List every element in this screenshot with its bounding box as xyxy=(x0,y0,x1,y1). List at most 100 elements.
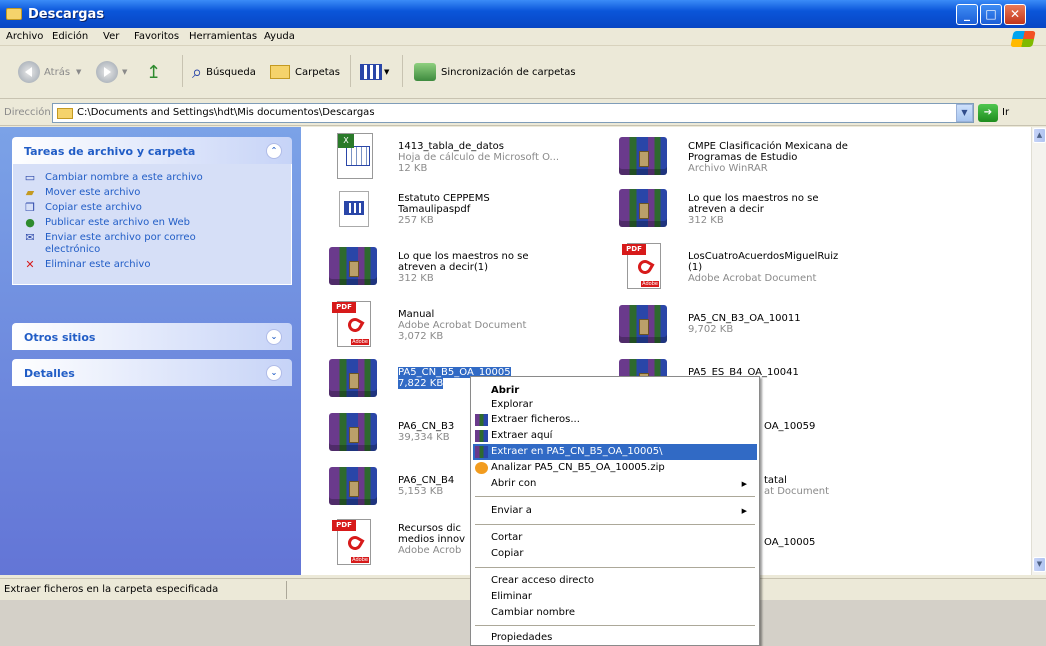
toolbar: Atrás ▼ ▼ ↥ ⌕ Búsqueda Carpetas ▼ Sincro… xyxy=(0,47,1046,99)
file-tasks-header[interactable]: Tareas de archivo y carpeta ⌃ xyxy=(12,137,292,164)
file-name: LosCuatroAcuerdosMiguelRuiz xyxy=(688,251,839,262)
menu-item-abrir-con[interactable]: Abrir con ▶ xyxy=(473,476,757,492)
menu-herramientas[interactable]: Herramientas xyxy=(189,31,257,42)
winrar-icon xyxy=(619,137,667,175)
menu-ver[interactable]: Ver xyxy=(103,31,119,42)
menu-item-label: Propiedades xyxy=(491,632,553,643)
file-name-cont: Programas de Estudio xyxy=(688,152,798,163)
menu-item-label: Copiar xyxy=(491,548,524,559)
winrar-icon xyxy=(329,359,377,397)
expand-icon[interactable]: ⌄ xyxy=(266,365,282,381)
scroll-up-icon[interactable]: ▲ xyxy=(1033,128,1046,143)
winrar-icon xyxy=(329,413,377,451)
menu-item-crear-acceso[interactable]: Crear acceso directo xyxy=(473,573,757,589)
task-publish[interactable]: ● Publicar este archivo en Web xyxy=(23,217,291,229)
dropdown-icon: ▼ xyxy=(122,68,128,76)
file-type: Adobe Acrobat Document xyxy=(398,320,527,331)
winrar-icon xyxy=(619,305,667,343)
file-type: Archivo WinRAR xyxy=(688,163,768,174)
address-dropdown-button[interactable]: ▼ xyxy=(956,104,973,122)
file-tasks-title: Tareas de archivo y carpeta xyxy=(24,145,196,158)
search-button[interactable]: ⌕ Búsqueda xyxy=(192,57,256,87)
menu-edicion[interactable]: Edición xyxy=(52,31,88,42)
task-delete[interactable]: ✕ Eliminar este archivo xyxy=(23,259,291,271)
task-label: Publicar este archivo en Web xyxy=(45,217,190,228)
file-name: OA_10005 xyxy=(764,537,816,548)
address-input[interactable]: C:\Documents and Settings\hdt\Mis docume… xyxy=(52,103,974,123)
collapse-icon[interactable]: ⌃ xyxy=(266,143,282,159)
menu-archivo[interactable]: Archivo xyxy=(6,31,43,42)
go-label[interactable]: Ir xyxy=(1002,107,1009,118)
menu-item-label: Abrir con xyxy=(491,478,537,489)
task-label: Cambiar nombre a este archivo xyxy=(45,172,203,183)
other-places-title: Otros sitios xyxy=(24,331,96,344)
menu-separator xyxy=(475,625,755,626)
views-icon xyxy=(360,64,382,80)
menu-item-analizar[interactable]: Analizar PA5_CN_B5_OA_10005.zip xyxy=(473,460,757,476)
toolbar-separator xyxy=(182,55,183,87)
menu-item-label: Eliminar xyxy=(491,591,532,602)
task-email[interactable]: ✉ Enviar este archivo por correo electrón… xyxy=(23,232,291,256)
sync-button[interactable]: Sincronización de carpetas xyxy=(414,57,576,87)
menu-item-label: Extraer aquí xyxy=(491,430,553,441)
menu-item-extraer-aqui[interactable]: Extraer aquí xyxy=(473,428,757,444)
antivirus-icon xyxy=(475,462,488,474)
up-button[interactable]: ↥ xyxy=(146,57,161,87)
menu-item-label: Crear acceso directo xyxy=(491,575,594,586)
menu-item-explorar[interactable]: Explorar xyxy=(473,397,757,413)
minimize-button[interactable]: _ xyxy=(956,4,978,25)
file-size: 9,702 KB xyxy=(688,324,734,335)
menu-ayuda[interactable]: Ayuda xyxy=(264,31,295,42)
menu-item-extraer-en[interactable]: Extraer en PA5_CN_B5_OA_10005\ xyxy=(473,444,757,460)
details-header[interactable]: Detalles ⌄ xyxy=(12,359,292,386)
views-button[interactable]: ▼ xyxy=(360,57,389,87)
task-rename[interactable]: ▭ Cambiar nombre a este archivo xyxy=(23,172,291,184)
address-bar: Dirección C:\Documents and Settings\hdt\… xyxy=(0,100,1046,126)
menu-separator xyxy=(475,496,755,497)
forward-button[interactable]: ▼ xyxy=(96,57,127,87)
folder-icon xyxy=(57,108,73,119)
folders-button[interactable]: Carpetas xyxy=(270,57,340,87)
menu-item-copiar[interactable]: Copiar xyxy=(473,546,757,562)
go-button[interactable]: ➔ xyxy=(978,104,998,122)
status-divider xyxy=(286,581,287,599)
scroll-down-icon[interactable]: ▼ xyxy=(1033,557,1046,572)
other-places-header[interactable]: Otros sitios ⌄ xyxy=(12,323,292,350)
file-name: PA5_CN_B3_OA_10011 xyxy=(688,313,801,324)
menu-separator xyxy=(475,567,755,568)
globe-icon: ● xyxy=(25,216,35,229)
rename-icon: ▭ xyxy=(24,171,36,184)
menu-item-cortar[interactable]: Cortar xyxy=(473,530,757,546)
expand-icon[interactable]: ⌄ xyxy=(266,329,282,345)
menu-item-cambiar-nombre[interactable]: Cambiar nombre xyxy=(473,605,757,621)
back-button[interactable]: Atrás ▼ xyxy=(18,57,81,87)
search-icon: ⌕ xyxy=(192,61,203,83)
details-title: Detalles xyxy=(24,367,75,380)
file-size: 12 KB xyxy=(398,163,428,174)
search-label: Búsqueda xyxy=(206,66,256,78)
close-button[interactable]: ✕ xyxy=(1004,4,1026,25)
submenu-arrow-icon: ▶ xyxy=(741,507,747,515)
folder-up-icon: ↥ xyxy=(146,61,162,83)
pdf-icon: PDFAdobe xyxy=(332,301,371,347)
title-bar[interactable]: Descargas _ □ ✕ xyxy=(0,0,1046,28)
maximize-button[interactable]: □ xyxy=(980,4,1002,25)
menu-item-propiedades[interactable]: Propiedades xyxy=(473,630,757,646)
task-move[interactable]: ▰ Mover este archivo xyxy=(23,187,291,199)
task-copy[interactable]: ❐ Copiar este archivo xyxy=(23,202,291,214)
file-name: Manual xyxy=(398,309,435,320)
menu-item-enviar-a[interactable]: Enviar a ▶ xyxy=(473,503,757,519)
file-name: Lo que los maestros no se xyxy=(688,193,819,204)
file-tasks-list: ▭ Cambiar nombre a este archivo ▰ Mover es… xyxy=(12,164,292,285)
status-text: Extraer ficheros en la carpeta especific… xyxy=(4,584,219,595)
folder-icon xyxy=(6,8,22,20)
file-size: 7,822 KB xyxy=(398,378,444,389)
menu-separator xyxy=(475,524,755,525)
file-name-cont: (1) xyxy=(688,262,703,273)
menu-item-eliminar[interactable]: Eliminar xyxy=(473,589,757,605)
menu-item-extraer-ficheros[interactable]: Extraer ficheros... xyxy=(473,412,757,428)
menu-favoritos[interactable]: Favoritos xyxy=(134,31,179,42)
vertical-scrollbar[interactable]: ▲ ▼ xyxy=(1031,127,1046,575)
dropdown-icon: ▼ xyxy=(76,68,82,76)
task-label: Enviar este archivo por correo electróni… xyxy=(45,232,196,255)
